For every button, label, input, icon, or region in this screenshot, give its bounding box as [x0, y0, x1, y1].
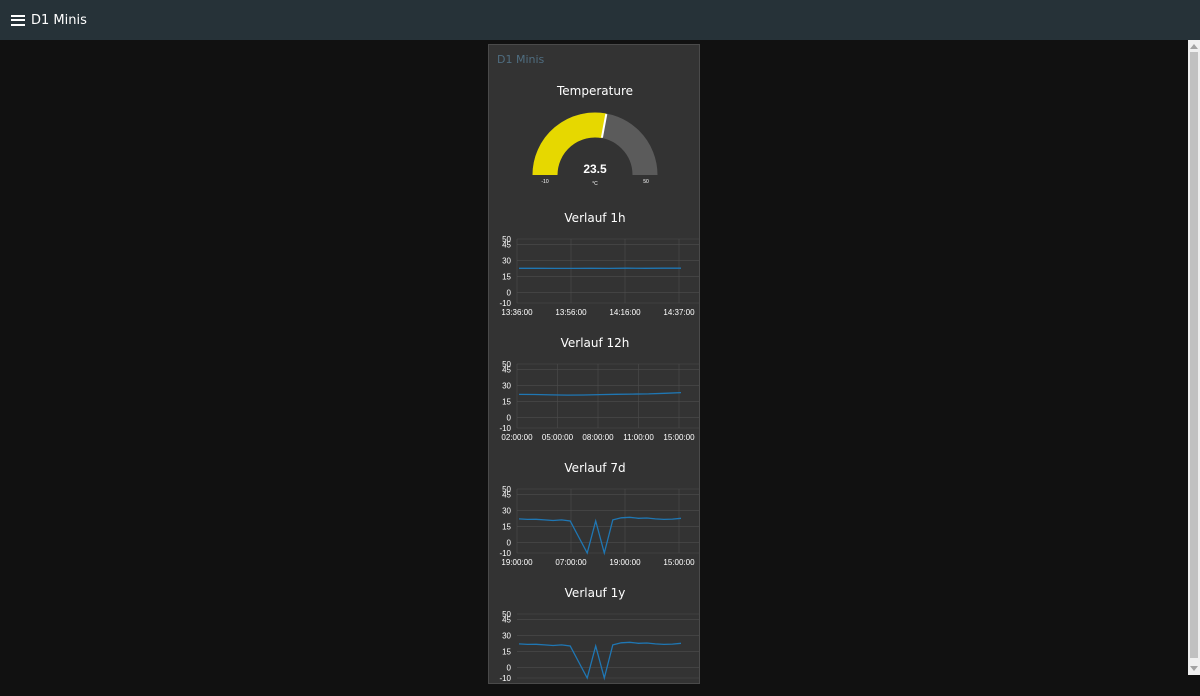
x-tick-label: 14:37:00: [663, 308, 695, 317]
y-tick-label: -10: [499, 674, 511, 683]
gauge-unit: °C: [592, 181, 598, 187]
x-tick-label: 07:00:00: [555, 558, 587, 567]
y-tick-label: 30: [502, 631, 511, 640]
x-tick-label: 15:00:00: [663, 433, 695, 442]
chart-1h: 504530150-1013:36:0013:56:0014:16:0014:3…: [495, 231, 700, 321]
x-tick-label: 19:00:00: [501, 558, 533, 567]
group-title: D1 Minis: [497, 53, 544, 66]
gauge-max-label: 50: [643, 179, 649, 185]
chart-7d: 504530150-1019:00:0007:00:0019:00:0015:0…: [495, 481, 700, 571]
x-tick-label: 13:36:00: [501, 308, 533, 317]
series-line: [519, 393, 681, 396]
app-title: D1 Minis: [31, 13, 87, 28]
y-tick-label: -10: [499, 424, 511, 433]
x-tick-label: 05:00:00: [542, 433, 574, 442]
x-tick-label: 08:00:00: [582, 433, 614, 442]
x-tick-label: 19:00:00: [609, 558, 641, 567]
dashboard-group: D1 Minis Temperature 23.5 °C -10 50 Verl…: [488, 44, 700, 684]
hamburger-menu-icon[interactable]: [11, 15, 25, 26]
series-line: [519, 517, 681, 553]
chart-12h: 504530150-1002:00:0005:00:0008:00:0011:0…: [495, 356, 700, 446]
y-tick-label: 15: [502, 272, 511, 281]
scroll-down-arrow-icon[interactable]: [1190, 666, 1198, 671]
chart-title-1y: Verlauf 1y: [489, 586, 701, 600]
y-tick-label: 30: [502, 381, 511, 390]
y-tick-label: -10: [499, 299, 511, 308]
x-tick-label: 11:00:00: [623, 433, 654, 442]
y-tick-label: 30: [502, 506, 511, 515]
x-tick-label: 02:00:00: [501, 433, 533, 442]
gauge-value: 23.5: [583, 162, 607, 176]
y-tick-label: 15: [502, 397, 511, 406]
x-tick-label: 15:00:00: [663, 558, 695, 567]
scroll-up-arrow-icon[interactable]: [1190, 44, 1198, 49]
y-tick-label: 45: [502, 365, 511, 374]
vertical-scrollbar[interactable]: [1188, 40, 1200, 675]
x-tick-label: 13:56:00: [555, 308, 587, 317]
y-tick-label: 15: [502, 647, 511, 656]
temperature-gauge: 23.5 °C -10 50: [529, 107, 661, 187]
gauge-min-label: -10: [541, 179, 548, 185]
top-toolbar: D1 Minis: [0, 0, 1200, 40]
chart-1y: 504530150-10: [495, 606, 700, 696]
y-tick-label: 30: [502, 256, 511, 265]
series-line: [519, 642, 681, 678]
y-tick-label: 45: [502, 490, 511, 499]
gauge-title: Temperature: [489, 84, 701, 98]
y-tick-label: 0: [507, 288, 512, 297]
y-tick-label: 15: [502, 522, 511, 531]
scrollbar-thumb[interactable]: [1190, 52, 1198, 658]
x-tick-label: 14:16:00: [609, 308, 641, 317]
y-tick-label: 45: [502, 240, 511, 249]
y-tick-label: -10: [499, 549, 511, 558]
chart-title-1h: Verlauf 1h: [489, 211, 701, 225]
y-tick-label: 45: [502, 615, 511, 624]
y-tick-label: 0: [507, 413, 512, 422]
y-tick-label: 0: [507, 538, 512, 547]
chart-title-7d: Verlauf 7d: [489, 461, 701, 475]
chart-title-12h: Verlauf 12h: [489, 336, 701, 350]
y-tick-label: 0: [507, 663, 512, 672]
